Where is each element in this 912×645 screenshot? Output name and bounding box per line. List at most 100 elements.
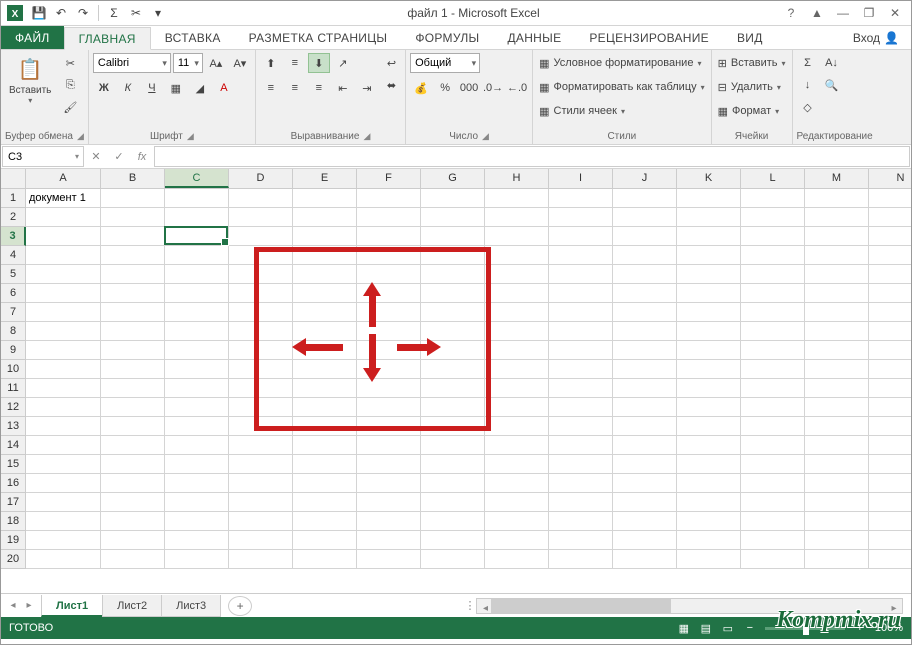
sheet-tab-3[interactable]: Лист3 xyxy=(161,595,221,617)
cell-I3[interactable] xyxy=(549,227,613,246)
cell-A15[interactable] xyxy=(26,455,101,474)
cell-H5[interactable] xyxy=(485,265,549,284)
cut-button[interactable]: ✂ xyxy=(126,3,146,23)
cell-M7[interactable] xyxy=(805,303,869,322)
increase-font-button[interactable]: A▴ xyxy=(205,53,227,73)
conditional-formatting-button[interactable]: ▦Условное форматирование▾ xyxy=(537,53,707,73)
italic-button[interactable]: К xyxy=(117,78,139,98)
cell-M9[interactable] xyxy=(805,341,869,360)
cell-L9[interactable] xyxy=(741,341,805,360)
cell-N6[interactable] xyxy=(869,284,911,303)
save-button[interactable]: 💾 xyxy=(29,3,49,23)
sheet-tab-2[interactable]: Лист2 xyxy=(102,595,162,617)
cell-B12[interactable] xyxy=(101,398,165,417)
indent-increase-button[interactable]: ⇥ xyxy=(356,78,378,98)
cell-E20[interactable] xyxy=(293,550,357,569)
cell-A11[interactable] xyxy=(26,379,101,398)
cell-N1[interactable] xyxy=(869,189,911,208)
cell-M13[interactable] xyxy=(805,417,869,436)
cell-G14[interactable] xyxy=(421,436,485,455)
insert-cells-button[interactable]: ⊞Вставить▾ xyxy=(716,53,788,73)
cell-G5[interactable] xyxy=(421,265,485,284)
wrap-text-button[interactable]: ↩ xyxy=(382,53,401,73)
row-header-17[interactable]: 17 xyxy=(1,493,25,512)
cell-M3[interactable] xyxy=(805,227,869,246)
cell-E1[interactable] xyxy=(293,189,357,208)
cell-C11[interactable] xyxy=(165,379,229,398)
normal-view-button[interactable]: ▦ xyxy=(673,619,695,637)
cell-I20[interactable] xyxy=(549,550,613,569)
cell-E18[interactable] xyxy=(293,512,357,531)
sort-filter-button[interactable]: A↓ xyxy=(821,53,843,73)
cell-E12[interactable] xyxy=(293,398,357,417)
cell-K16[interactable] xyxy=(677,474,741,493)
cell-D16[interactable] xyxy=(229,474,293,493)
cell-A6[interactable] xyxy=(26,284,101,303)
cell-styles-button[interactable]: ▦Стили ячеек▾ xyxy=(537,101,707,121)
merge-button[interactable]: ⬌ xyxy=(382,75,401,95)
delete-cells-button[interactable]: ⊟Удалить▾ xyxy=(716,77,788,97)
cell-F11[interactable] xyxy=(357,379,421,398)
cell-H18[interactable] xyxy=(485,512,549,531)
cell-E7[interactable] xyxy=(293,303,357,322)
cell-K19[interactable] xyxy=(677,531,741,550)
cell-M11[interactable] xyxy=(805,379,869,398)
cell-D4[interactable] xyxy=(229,246,293,265)
cell-N18[interactable] xyxy=(869,512,911,531)
cell-H9[interactable] xyxy=(485,341,549,360)
cell-B15[interactable] xyxy=(101,455,165,474)
cell-B19[interactable] xyxy=(101,531,165,550)
clipboard-dialog-launcher[interactable]: ◢ xyxy=(77,131,84,142)
cell-L10[interactable] xyxy=(741,360,805,379)
cell-M18[interactable] xyxy=(805,512,869,531)
cell-D2[interactable] xyxy=(229,208,293,227)
tab-review[interactable]: РЕЦЕНЗИРОВАНИЕ xyxy=(575,26,723,49)
cell-N11[interactable] xyxy=(869,379,911,398)
cell-C18[interactable] xyxy=(165,512,229,531)
indent-decrease-button[interactable]: ⇤ xyxy=(332,78,354,98)
cell-H10[interactable] xyxy=(485,360,549,379)
cell-N3[interactable] xyxy=(869,227,911,246)
cell-B7[interactable] xyxy=(101,303,165,322)
cancel-formula-button[interactable]: ✕ xyxy=(85,146,107,167)
cell-G15[interactable] xyxy=(421,455,485,474)
cell-N7[interactable] xyxy=(869,303,911,322)
cell-C12[interactable] xyxy=(165,398,229,417)
cell-N16[interactable] xyxy=(869,474,911,493)
cell-L17[interactable] xyxy=(741,493,805,512)
tab-layout[interactable]: РАЗМЕТКА СТРАНИЦЫ xyxy=(235,26,402,49)
cell-M1[interactable] xyxy=(805,189,869,208)
row-header-18[interactable]: 18 xyxy=(1,512,25,531)
undo-button[interactable]: ↶ xyxy=(51,3,71,23)
cell-C10[interactable] xyxy=(165,360,229,379)
cell-B18[interactable] xyxy=(101,512,165,531)
cell-B6[interactable] xyxy=(101,284,165,303)
cell-H8[interactable] xyxy=(485,322,549,341)
cell-L13[interactable] xyxy=(741,417,805,436)
fill-button[interactable]: ↓ xyxy=(797,75,819,95)
cell-E10[interactable] xyxy=(293,360,357,379)
cell-L18[interactable] xyxy=(741,512,805,531)
cell-B9[interactable] xyxy=(101,341,165,360)
align-right-button[interactable]: ≡ xyxy=(308,78,330,98)
cell-N4[interactable] xyxy=(869,246,911,265)
cell-L4[interactable] xyxy=(741,246,805,265)
cell-D12[interactable] xyxy=(229,398,293,417)
cell-F20[interactable] xyxy=(357,550,421,569)
page-layout-view-button[interactable]: ▤ xyxy=(695,619,717,637)
cell-E14[interactable] xyxy=(293,436,357,455)
zoom-out-button[interactable]: − xyxy=(739,619,761,637)
cell-E19[interactable] xyxy=(293,531,357,550)
border-button[interactable]: ▦ xyxy=(165,78,187,98)
cell-F12[interactable] xyxy=(357,398,421,417)
cell-C19[interactable] xyxy=(165,531,229,550)
cell-K3[interactable] xyxy=(677,227,741,246)
cell-I13[interactable] xyxy=(549,417,613,436)
currency-button[interactable]: 💰 xyxy=(410,78,432,98)
cell-G16[interactable] xyxy=(421,474,485,493)
cell-B20[interactable] xyxy=(101,550,165,569)
paste-button[interactable]: 📋 Вставить ▾ xyxy=(5,53,55,107)
find-button[interactable]: 🔍 xyxy=(821,75,843,95)
tab-formulas[interactable]: ФОРМУЛЫ xyxy=(401,26,493,49)
cell-D5[interactable] xyxy=(229,265,293,284)
